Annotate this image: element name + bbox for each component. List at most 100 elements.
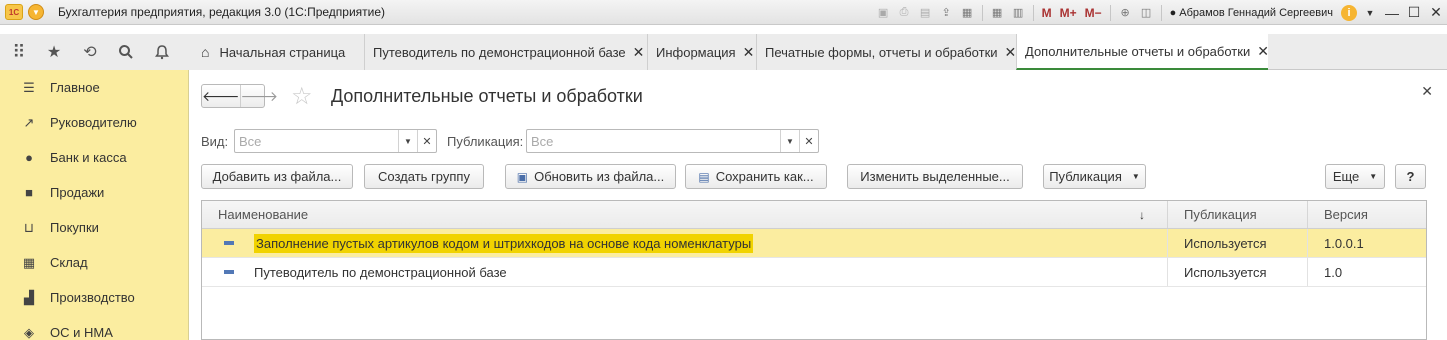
sidebar-item-label: Склад bbox=[50, 255, 88, 270]
row-version-cell: 1.0.0.1 bbox=[1324, 235, 1364, 251]
memory-m-button[interactable]: M bbox=[1042, 6, 1052, 20]
publication-filter-input[interactable]: Все bbox=[527, 130, 780, 152]
trend-icon: ↗ bbox=[23, 114, 35, 130]
preview-icon[interactable]: ▤ bbox=[917, 4, 934, 21]
table-row[interactable]: Заполнение пустых артикулов кодом и штри… bbox=[202, 229, 1426, 258]
maximize-button[interactable]: ☐ bbox=[1403, 4, 1425, 21]
sidebar-item-manager[interactable]: ↗ Руководителю bbox=[0, 105, 188, 140]
open-tabs: ⌂ Начальная страница Путеводитель по дем… bbox=[189, 34, 1447, 70]
update-from-file-button[interactable]: ▣ Обновить из файла... bbox=[505, 164, 676, 189]
assets-icon: ◈ bbox=[24, 324, 34, 340]
calendar-icon[interactable]: ▥ bbox=[1010, 4, 1027, 21]
close-form-button[interactable]: ✕ bbox=[1421, 83, 1433, 100]
column-header-name[interactable]: Наименование ↓ bbox=[202, 201, 1168, 228]
change-selected-button[interactable]: Изменить выделенные... bbox=[847, 164, 1023, 189]
memory-minus-button[interactable]: M− bbox=[1085, 6, 1102, 20]
minimize-button[interactable]: — bbox=[1381, 5, 1403, 21]
tab-demo-guide[interactable]: Путеводитель по демонстрационной базе ✕ bbox=[364, 34, 647, 70]
help-button[interactable]: ? bbox=[1395, 164, 1426, 189]
memory-plus-button[interactable]: M+ bbox=[1060, 6, 1077, 20]
processing-item-icon bbox=[224, 270, 234, 274]
dropdown-arrow-icon[interactable]: ▼ bbox=[780, 130, 799, 152]
sidebar-item-warehouse[interactable]: ▦ Склад bbox=[0, 245, 188, 280]
close-icon[interactable]: ✕ bbox=[1257, 43, 1269, 60]
home-icon: ⌂ bbox=[201, 44, 210, 60]
cart-icon: ⊔ bbox=[23, 219, 35, 235]
chevron-down-icon[interactable]: ▼ bbox=[1359, 8, 1381, 18]
sidebar-item-assets[interactable]: ◈ ОС и НМА bbox=[0, 315, 188, 340]
history-icon[interactable]: ⟲ bbox=[72, 34, 108, 70]
tab-additional-reports[interactable]: Дополнительные отчеты и обработки ✕ bbox=[1016, 34, 1269, 70]
back-button[interactable]: 🡐 bbox=[202, 85, 240, 107]
sidebar-item-bank[interactable]: ● Банк и касса bbox=[0, 140, 188, 175]
row-version-cell: 1.0 bbox=[1324, 264, 1343, 280]
add-from-file-button[interactable]: Добавить из файла... bbox=[201, 164, 353, 189]
tab-label: Информация bbox=[656, 44, 736, 60]
favorite-star-icon[interactable]: ☆ bbox=[291, 82, 313, 111]
sidebar-item-main[interactable]: ☰ Главное bbox=[0, 70, 188, 105]
calculator-icon[interactable]: ▦ bbox=[989, 4, 1006, 21]
main-menu-button[interactable]: ▼ bbox=[28, 4, 44, 20]
tab-home[interactable]: ⌂ Начальная страница bbox=[189, 34, 364, 70]
close-window-button[interactable]: ✕ bbox=[1425, 4, 1447, 21]
apps-grid-icon[interactable]: ⠿ bbox=[0, 34, 36, 70]
more-menu-button[interactable]: Еще ▼ bbox=[1325, 164, 1385, 189]
coin-icon: ● bbox=[25, 150, 33, 165]
clear-icon[interactable]: ✕ bbox=[417, 130, 436, 152]
table-header: Наименование ↓ Публикация Версия bbox=[202, 201, 1426, 229]
current-user[interactable]: ● Абрамов Геннадий Сергеевич bbox=[1170, 7, 1333, 19]
factory-icon: ▟ bbox=[24, 289, 34, 305]
info-icon[interactable]: i bbox=[1341, 4, 1357, 21]
column-header-version[interactable]: Версия bbox=[1308, 201, 1426, 228]
menu-icon: ☰ bbox=[23, 79, 35, 95]
row-name: Путеводитель по демонстрационной базе bbox=[254, 264, 507, 280]
notifications-bell-icon[interactable] bbox=[144, 34, 180, 70]
close-icon[interactable]: ✕ bbox=[633, 44, 645, 61]
row-name: Заполнение пустых артикулов кодом и штри… bbox=[254, 233, 754, 253]
view-filter-input[interactable]: Все bbox=[235, 130, 398, 152]
forward-button[interactable]: 🡒 bbox=[239, 85, 278, 107]
view-filter-label: Вид: bbox=[201, 134, 229, 149]
dropdown-arrow-icon[interactable]: ▼ bbox=[398, 130, 417, 152]
table-row[interactable]: Путеводитель по демонстрационной базе Ис… bbox=[202, 258, 1426, 287]
print-icon[interactable]: ⎙ bbox=[896, 4, 913, 21]
sidebar-item-label: Главное bbox=[50, 80, 100, 95]
publication-filter[interactable]: Все ▼ ✕ bbox=[526, 129, 819, 153]
tab-information[interactable]: Информация ✕ bbox=[647, 34, 756, 70]
form-content: 🡐 🡒 ☆ Дополнительные отчеты и обработки … bbox=[190, 71, 1447, 340]
row-publication-cell: Используется bbox=[1168, 258, 1308, 286]
save-icon[interactable]: ▣ bbox=[875, 4, 892, 21]
row-name-cell: Заполнение пустых артикулов кодом и штри… bbox=[202, 229, 1168, 257]
shopping-bag-icon: ■ bbox=[25, 185, 33, 200]
search-icon[interactable] bbox=[108, 34, 144, 70]
favorites-star-icon[interactable]: ★ bbox=[36, 34, 72, 70]
sidebar-item-production[interactable]: ▟ Производство bbox=[0, 280, 188, 315]
sidebar-item-label: Руководителю bbox=[50, 115, 137, 130]
create-group-button[interactable]: Создать группу bbox=[364, 164, 484, 189]
chevron-down-icon: ▼ bbox=[1131, 172, 1140, 181]
publication-menu-button[interactable]: Публикация ▼ bbox=[1043, 164, 1146, 189]
export-icon[interactable]: ▦ bbox=[959, 4, 976, 21]
close-icon[interactable]: ✕ bbox=[743, 44, 755, 61]
sidebar-item-purchases[interactable]: ⊔ Покупки bbox=[0, 210, 188, 245]
sidebar-item-label: Покупки bbox=[50, 220, 99, 235]
tab-print-forms[interactable]: Печатные формы, отчеты и обработки ✕ bbox=[756, 34, 1016, 70]
reports-table[interactable]: Наименование ↓ Публикация Версия Заполне… bbox=[201, 200, 1427, 340]
page-title: Дополнительные отчеты и обработки bbox=[331, 86, 643, 106]
clear-icon[interactable]: ✕ bbox=[799, 130, 818, 152]
user-icon: ● bbox=[1169, 6, 1177, 19]
column-header-publication[interactable]: Публикация bbox=[1168, 201, 1308, 228]
title-bar-tools: ▣ ⎙ ▤ ⇪ ▦ ▦ ▥ M M+ M− ⊕ ◫ ● Абрамов Генн… bbox=[873, 0, 1447, 25]
sidebar-item-sales[interactable]: ■ Продажи bbox=[0, 175, 188, 210]
sort-down-arrow-icon: ↓ bbox=[1139, 207, 1145, 222]
sidebar-item-label: Производство bbox=[50, 290, 135, 305]
view-filter[interactable]: Все ▼ ✕ bbox=[234, 129, 437, 153]
close-icon[interactable]: ✕ bbox=[1005, 44, 1017, 61]
upload-icon[interactable]: ⇪ bbox=[938, 4, 955, 21]
tab-label: Печатные формы, отчеты и обработки bbox=[765, 44, 998, 60]
save-as-button[interactable]: ▤ Сохранить как... bbox=[685, 164, 827, 189]
sidebar-item-label: Продажи bbox=[50, 185, 105, 200]
row-name-cell: Путеводитель по демонстрационной базе bbox=[202, 258, 1168, 286]
panel-layout-icon[interactable]: ◫ bbox=[1138, 4, 1155, 21]
zoom-icon[interactable]: ⊕ bbox=[1117, 4, 1134, 21]
